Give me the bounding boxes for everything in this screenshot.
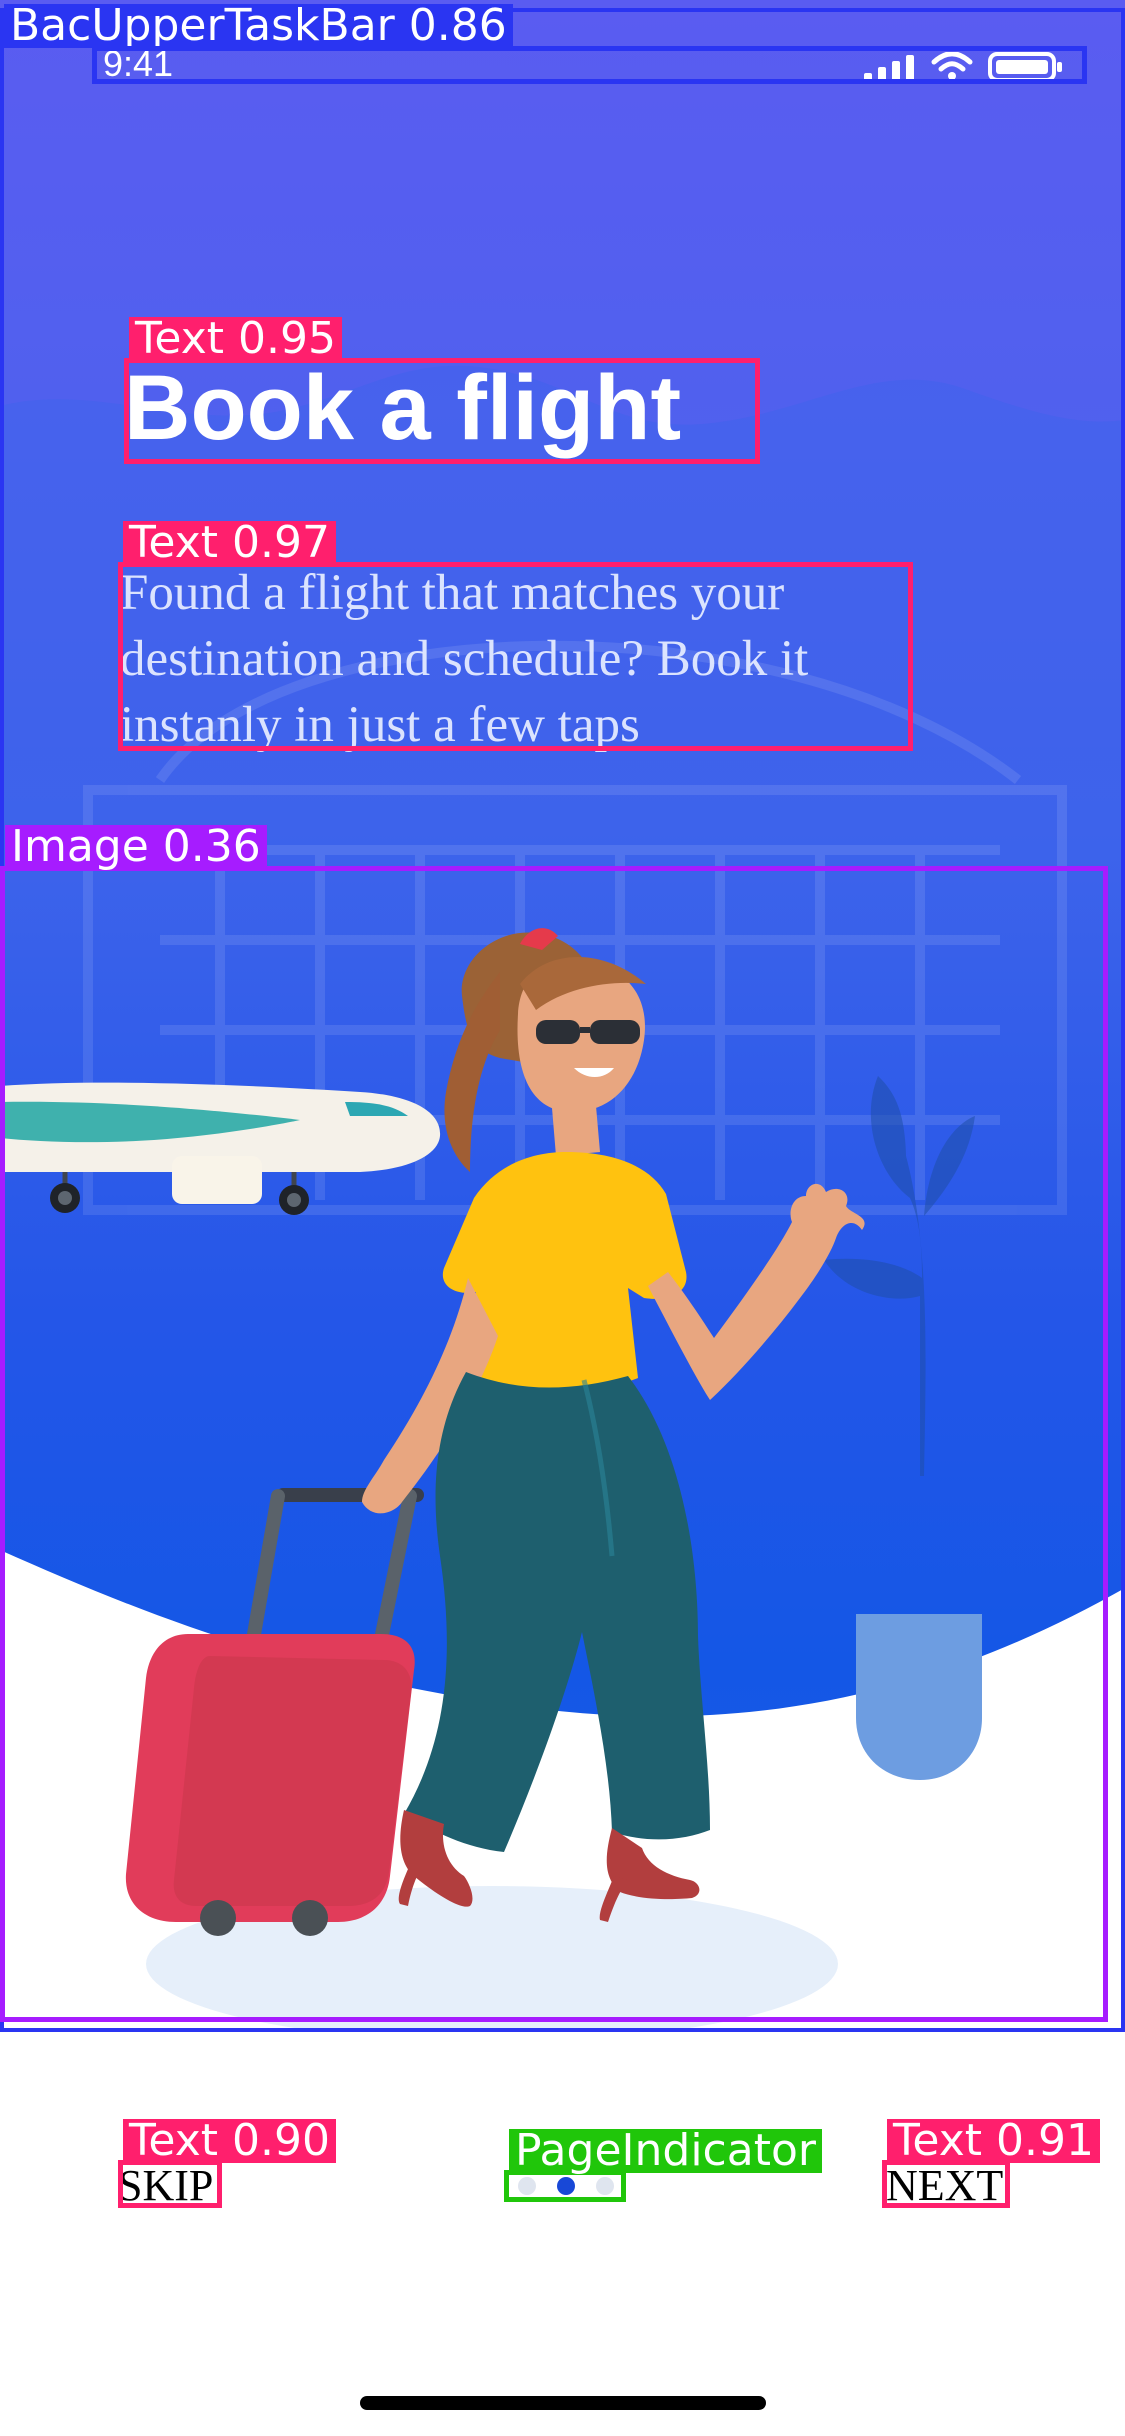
- bottom-navigation: [0, 2030, 1125, 2436]
- airplane: [0, 1082, 441, 1215]
- page-dot-1[interactable]: [518, 2177, 537, 2195]
- status-icons: [864, 52, 1064, 82]
- skip-button[interactable]: SKIP: [118, 2164, 213, 2208]
- status-bar: 9:41: [92, 43, 1087, 84]
- onboarding-screen: 9:41 Book a flight Found a flight that m…: [0, 0, 1125, 2436]
- status-time: 9:41: [103, 43, 174, 84]
- home-indicator[interactable]: [360, 2396, 766, 2410]
- page-dot-3[interactable]: [595, 2177, 614, 2195]
- page-indicator[interactable]: [508, 2172, 624, 2200]
- page-dot-2[interactable]: [556, 2177, 575, 2195]
- wifi-icon: [931, 52, 973, 80]
- signal-icon: [864, 55, 914, 81]
- traveler-woman: [362, 928, 865, 1922]
- battery-icon: [988, 52, 1062, 82]
- page-title: Book a flight: [124, 357, 682, 459]
- plant: [824, 1076, 982, 1780]
- traveler-illustration: [0, 928, 982, 1936]
- page-description: Found a flight that matches your destina…: [120, 565, 809, 753]
- next-button[interactable]: NEXT: [886, 2164, 1003, 2208]
- suitcase: [125, 1488, 424, 1936]
